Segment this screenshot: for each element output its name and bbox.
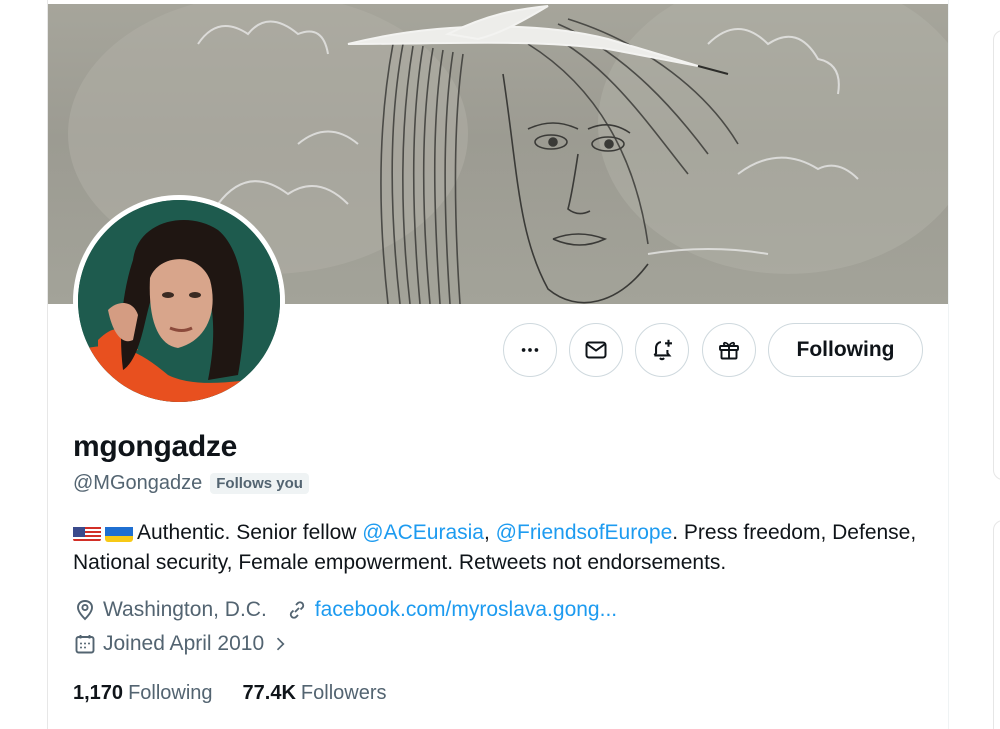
profile-page: Following mgongadze @MGongadze Follows y… bbox=[0, 0, 1000, 729]
profile-avatar[interactable] bbox=[73, 195, 285, 407]
followers-label: Followers bbox=[300, 682, 387, 704]
column-divider-right bbox=[948, 0, 949, 729]
gift-button[interactable] bbox=[702, 323, 756, 377]
handle-row: @MGongadze Follows you bbox=[73, 472, 309, 495]
link-icon bbox=[289, 601, 304, 619]
follow-stats: 1,170 Following 77.4K Followers bbox=[73, 682, 387, 705]
mention-aceurasia-link[interactable]: @ACEurasia bbox=[362, 521, 484, 544]
following-button[interactable]: Following bbox=[768, 323, 923, 377]
mail-icon bbox=[585, 341, 607, 359]
us-flag-icon bbox=[73, 524, 101, 542]
following-count-link[interactable]: 1,170 Following bbox=[73, 682, 213, 705]
user-handle: @MGongadze bbox=[73, 472, 203, 494]
followers-count: 77.4K bbox=[242, 682, 296, 704]
more-horizontal-icon bbox=[521, 348, 539, 352]
profile-meta-row-joined: Joined April 2010 bbox=[73, 632, 308, 656]
bio-text-prefix: Authentic. Senior fellow bbox=[137, 521, 363, 544]
profile-meta-row: Washington, D.C. facebook.com/myroslava.… bbox=[73, 598, 635, 622]
joined-text: Joined April 2010 bbox=[103, 632, 265, 655]
avatar-photo bbox=[78, 200, 280, 402]
display-name: mgongadze bbox=[73, 430, 237, 463]
mention-friendsofeurope-link[interactable]: @FriendsofEurope bbox=[496, 521, 673, 544]
bell-plus-icon bbox=[653, 339, 672, 361]
bio-separator: , bbox=[484, 521, 496, 544]
followers-count-link[interactable]: 77.4K Followers bbox=[243, 682, 387, 705]
chevron-right-icon bbox=[277, 637, 285, 651]
gift-icon bbox=[719, 341, 739, 360]
following-label: Following bbox=[128, 682, 213, 704]
calendar-icon bbox=[75, 635, 95, 654]
sidebar-card-edge bbox=[993, 30, 1000, 480]
message-button[interactable] bbox=[569, 323, 623, 377]
website-link[interactable]: facebook.com/myroslava.gong... bbox=[315, 598, 617, 622]
ukraine-flag-icon bbox=[105, 524, 133, 542]
sidebar-card-edge-lower bbox=[993, 520, 1000, 729]
follows-you-badge: Follows you bbox=[210, 473, 309, 494]
notifications-button[interactable] bbox=[635, 323, 689, 377]
joined-item[interactable]: Joined April 2010 bbox=[73, 632, 290, 656]
location-item: Washington, D.C. bbox=[73, 598, 267, 622]
more-button[interactable] bbox=[503, 323, 557, 377]
following-count: 1,170 bbox=[73, 682, 124, 704]
location-text: Washington, D.C. bbox=[103, 598, 267, 621]
website-item[interactable]: facebook.com/myroslava.gong... bbox=[285, 598, 617, 622]
profile-bio: Authentic. Senior fellow @ACEurasia, @Fr… bbox=[73, 518, 943, 578]
location-pin-icon bbox=[77, 600, 93, 621]
